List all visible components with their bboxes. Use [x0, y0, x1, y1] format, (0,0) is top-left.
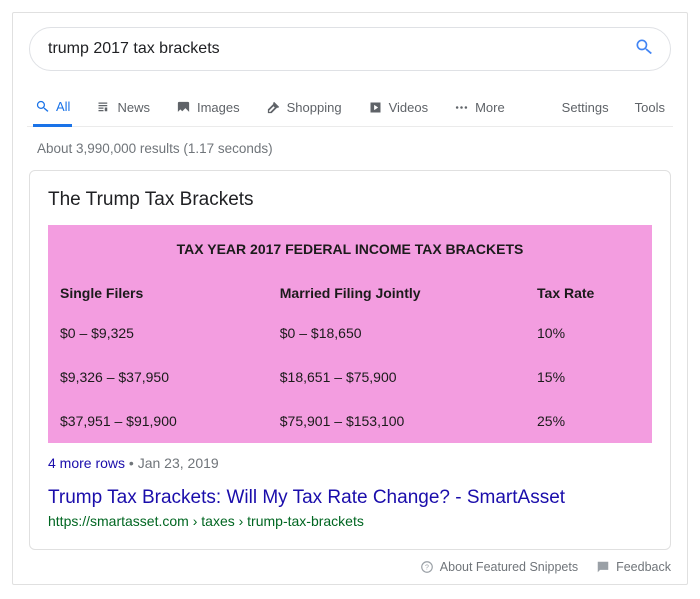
snippet-heading: The Trump Tax Brackets [48, 189, 652, 211]
cell: $0 – $18,650 [268, 311, 525, 355]
videos-icon [368, 100, 383, 115]
tab-images[interactable]: Images [174, 90, 242, 125]
tab-label: News [117, 100, 150, 115]
table-title: TAX YEAR 2017 FEDERAL INCOME TAX BRACKET… [48, 225, 652, 267]
tabs-left: All News Images Shopping [33, 89, 507, 126]
results-container: All News Images Shopping [12, 12, 688, 585]
feedback-icon [596, 560, 610, 574]
feedback-link[interactable]: Feedback [596, 560, 671, 574]
more-icon [454, 100, 469, 115]
tab-news[interactable]: News [94, 90, 152, 125]
tab-more[interactable]: More [452, 90, 507, 125]
tab-label: Videos [389, 100, 429, 115]
table-row: $9,326 – $37,950 $18,651 – $75,900 15% [48, 355, 652, 399]
tab-label: All [56, 99, 70, 114]
tools-link[interactable]: Tools [633, 90, 667, 125]
result-url[interactable]: https://smartasset.com › taxes › trump-t… [48, 513, 652, 529]
col-header-single: Single Filers [48, 267, 268, 311]
snippet-date: Jan 23, 2019 [138, 455, 219, 471]
cell: $9,326 – $37,950 [48, 355, 268, 399]
tabs-right: Settings Tools [560, 90, 673, 125]
tab-videos[interactable]: Videos [366, 90, 431, 125]
search-icon [35, 99, 50, 114]
search-input[interactable] [46, 39, 634, 59]
cell: 15% [525, 355, 652, 399]
svg-text:?: ? [425, 564, 429, 571]
cell: 25% [525, 399, 652, 443]
search-bar[interactable] [29, 27, 671, 71]
news-icon [96, 100, 111, 115]
footer-label: About Featured Snippets [440, 560, 578, 574]
tab-label: Shopping [287, 100, 342, 115]
table-row: $37,951 – $91,900 $75,901 – $153,100 25% [48, 399, 652, 443]
about-featured-snippets-link[interactable]: ? About Featured Snippets [420, 560, 578, 574]
cell: $0 – $9,325 [48, 311, 268, 355]
footer-links: ? About Featured Snippets Feedback [27, 560, 673, 574]
cell: 10% [525, 311, 652, 355]
tab-label: Images [197, 100, 240, 115]
more-rows: 4 more rows • Jan 23, 2019 [48, 455, 652, 471]
cell: $75,901 – $153,100 [268, 399, 525, 443]
separator: • [125, 455, 138, 471]
help-icon: ? [420, 560, 434, 574]
search-icon[interactable] [634, 37, 654, 62]
col-header-married: Married Filing Jointly [268, 267, 525, 311]
settings-link[interactable]: Settings [560, 90, 611, 125]
result-stats: About 3,990,000 results (1.17 seconds) [37, 141, 673, 156]
cell: $18,651 – $75,900 [268, 355, 525, 399]
cell: $37,951 – $91,900 [48, 399, 268, 443]
shopping-icon [266, 100, 281, 115]
result-title-link[interactable]: Trump Tax Brackets: Will My Tax Rate Cha… [48, 487, 652, 509]
tab-label: More [475, 100, 505, 115]
featured-snippet: The Trump Tax Brackets TAX YEAR 2017 FED… [29, 170, 671, 550]
table-row: $0 – $9,325 $0 – $18,650 10% [48, 311, 652, 355]
tab-shopping[interactable]: Shopping [264, 90, 344, 125]
footer-label: Feedback [616, 560, 671, 574]
col-header-rate: Tax Rate [525, 267, 652, 311]
more-rows-link[interactable]: 4 more rows [48, 455, 125, 471]
snippet-table: TAX YEAR 2017 FEDERAL INCOME TAX BRACKET… [48, 225, 652, 443]
images-icon [176, 100, 191, 115]
tab-all[interactable]: All [33, 89, 72, 127]
tabs-row: All News Images Shopping [27, 89, 673, 127]
